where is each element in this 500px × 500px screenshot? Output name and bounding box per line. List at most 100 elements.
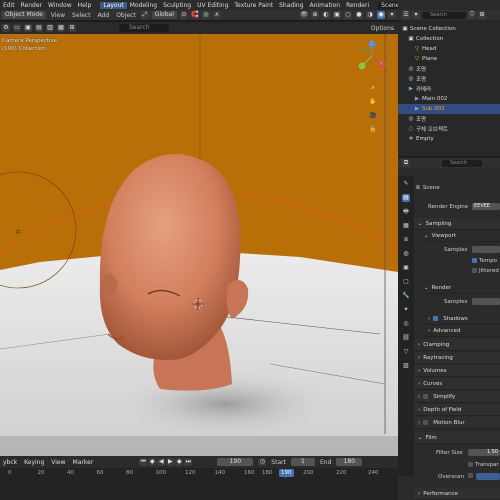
- outliner-editor-icon[interactable]: ☰: [402, 11, 410, 19]
- tab-world-icon[interactable]: ◍: [402, 250, 410, 258]
- camera-view-icon[interactable]: 🎥: [369, 112, 377, 120]
- tab-data-icon[interactable]: ▽: [402, 348, 410, 356]
- snapping-icon[interactable]: ⊞: [68, 24, 76, 32]
- workspace-tab-layout[interactable]: Layout: [100, 1, 127, 9]
- timeline-track-area[interactable]: [0, 478, 398, 500]
- section-simplify[interactable]: › Simplify: [414, 391, 500, 403]
- viewport-samples-field[interactable]: [472, 246, 500, 253]
- outliner-row[interactable]: ✛ Empty: [398, 134, 500, 144]
- select-extend-icon[interactable]: ▣: [24, 24, 32, 32]
- section-clamping[interactable]: › Clamping: [414, 339, 500, 351]
- select-intersect-icon[interactable]: ▦: [57, 24, 65, 32]
- outliner-row[interactable]: ▶ Sub.001: [398, 104, 500, 114]
- timeline-menu-playback[interactable]: ybck: [2, 459, 18, 466]
- new-collection-icon[interactable]: ⊞: [478, 11, 486, 19]
- section-motion-blur[interactable]: › Motion Blur: [414, 417, 500, 429]
- start-frame-field[interactable]: 1: [290, 458, 315, 466]
- outliner-row[interactable]: ▶ Main.002: [398, 94, 500, 104]
- lock-camera-icon[interactable]: 🔒: [369, 126, 377, 134]
- jump-end-icon[interactable]: ⏭: [184, 458, 193, 466]
- end-frame-field[interactable]: 180: [336, 458, 363, 466]
- current-frame-field[interactable]: 190: [217, 458, 254, 466]
- tool-settings-icon[interactable]: ⚙: [2, 24, 10, 32]
- tab-constraints-icon[interactable]: ⛓: [402, 334, 410, 342]
- workspace-tab-uv-editing[interactable]: UV Editing: [194, 2, 231, 9]
- outliner-row[interactable]: ▶ 카메라: [398, 84, 500, 94]
- properties-editor-icon[interactable]: ⧉: [402, 159, 410, 167]
- navigation-gizmo[interactable]: Z Y X ⌕ ✋ 🎥 🔒: [358, 40, 388, 160]
- outliner-row[interactable]: ○ 구체 오브젝트: [398, 124, 500, 134]
- outliner-row[interactable]: ▣ Collection: [398, 34, 500, 44]
- temporal-checkbox[interactable]: Tempo: [472, 258, 497, 264]
- properties-search-input[interactable]: Search: [442, 159, 482, 167]
- display-mode-icon[interactable]: ▾: [412, 11, 420, 19]
- section-depth-of-field[interactable]: › Depth of Field: [414, 404, 500, 416]
- render-engine-dropdown[interactable]: EEVEE: [472, 203, 500, 210]
- select-invert-icon[interactable]: ▥: [46, 24, 54, 32]
- menu-help[interactable]: Help: [75, 2, 95, 9]
- outliner-row[interactable]: ▽ Head: [398, 44, 500, 54]
- overscan-checkbox[interactable]: [468, 473, 475, 479]
- zoom-icon[interactable]: ⌕: [369, 84, 377, 92]
- tab-particles-icon[interactable]: ✦: [402, 306, 410, 314]
- gizmo-toggle-icon[interactable]: ⊕: [311, 11, 319, 19]
- play-icon[interactable]: ▶: [166, 458, 175, 466]
- section-viewport[interactable]: ⌄ Viewport: [420, 230, 500, 242]
- proportional-edit-icon[interactable]: ◎: [201, 11, 210, 19]
- tab-texture-icon[interactable]: ▨: [402, 362, 410, 370]
- select-box-icon[interactable]: ▭: [13, 24, 21, 32]
- transform-orientation-dropdown[interactable]: Global: [151, 11, 177, 19]
- outliner-row[interactable]: ▽ Plane: [398, 54, 500, 64]
- section-sampling[interactable]: ⌄ Sampling: [414, 218, 500, 230]
- shading-solid-icon[interactable]: ●: [355, 11, 363, 19]
- timeline-menu-keying[interactable]: Keying: [23, 459, 45, 466]
- prev-keyframe-icon[interactable]: ◆: [148, 458, 157, 466]
- outliner-row[interactable]: ▣ Scene Collection: [398, 24, 500, 34]
- tab-view-layer-icon[interactable]: ▦: [402, 222, 410, 230]
- section-raytracing[interactable]: › Raytracing: [414, 352, 500, 364]
- overscan-field[interactable]: [476, 473, 500, 480]
- tab-collection-icon[interactable]: ▣: [402, 264, 410, 272]
- section-volumes[interactable]: › Volumes: [414, 365, 500, 377]
- 3d-viewport[interactable]: ✲ Camera Perspective (190) Collection Z …: [0, 34, 398, 456]
- next-keyframe-icon[interactable]: ◆: [175, 458, 184, 466]
- tab-output-icon[interactable]: 🖶: [402, 208, 410, 216]
- snap-icon[interactable]: 🧲: [190, 11, 199, 19]
- transparent-checkbox[interactable]: Transpar: [468, 462, 499, 468]
- timeline-menu-marker[interactable]: Marker: [72, 459, 95, 466]
- clock-icon[interactable]: ◷: [258, 458, 267, 466]
- playhead-frame[interactable]: 190: [279, 469, 294, 477]
- jump-start-icon[interactable]: ⏮: [139, 458, 148, 466]
- falloff-icon[interactable]: ∧: [212, 11, 221, 19]
- menu-window[interactable]: Window: [45, 2, 75, 9]
- tab-tool-icon[interactable]: ✎: [402, 180, 410, 188]
- viewport-menu-view[interactable]: View: [49, 12, 67, 19]
- tab-scene-icon[interactable]: ⧈: [402, 236, 410, 244]
- tab-object-icon[interactable]: ▢: [402, 278, 410, 286]
- workspace-tab-texture-paint[interactable]: Texture Paint: [231, 2, 276, 9]
- workspace-tab-animation[interactable]: Animation: [307, 2, 344, 9]
- viewport-menu-add[interactable]: Add: [96, 12, 112, 19]
- workspace-tab-sculpting[interactable]: Sculpting: [160, 2, 194, 9]
- options-dropdown[interactable]: Options: [367, 25, 398, 32]
- menu-render[interactable]: Render: [18, 2, 45, 9]
- outliner-row[interactable]: ◎ 조명: [398, 114, 500, 124]
- shading-wire-icon[interactable]: ○: [344, 11, 352, 19]
- viewport-menu-select[interactable]: Select: [70, 12, 93, 19]
- overlays-icon[interactable]: ◐: [322, 11, 330, 19]
- tab-render-icon[interactable]: ▤: [402, 194, 410, 202]
- section-performance[interactable]: › Performance: [414, 488, 500, 500]
- filter-size-field[interactable]: 1.50: [468, 449, 500, 456]
- render-samples-field[interactable]: [472, 298, 500, 305]
- pan-hand-icon[interactable]: ✋: [369, 98, 377, 106]
- select-subtract-icon[interactable]: ▤: [35, 24, 43, 32]
- shading-dropdown-icon[interactable]: ▾: [388, 11, 396, 19]
- timeline-menu-view[interactable]: View: [50, 459, 66, 466]
- shading-rendered-icon[interactable]: ◉: [377, 11, 385, 19]
- xray-icon[interactable]: ▣: [333, 11, 341, 19]
- section-render[interactable]: ⌄ Render: [420, 282, 500, 294]
- outliner-row[interactable]: ◎ 조명: [398, 74, 500, 84]
- workspace-tab-rendering[interactable]: Renderi: [343, 2, 372, 9]
- outliner-search-input[interactable]: Search: [422, 11, 466, 19]
- tab-modifier-icon[interactable]: 🔧: [402, 292, 410, 300]
